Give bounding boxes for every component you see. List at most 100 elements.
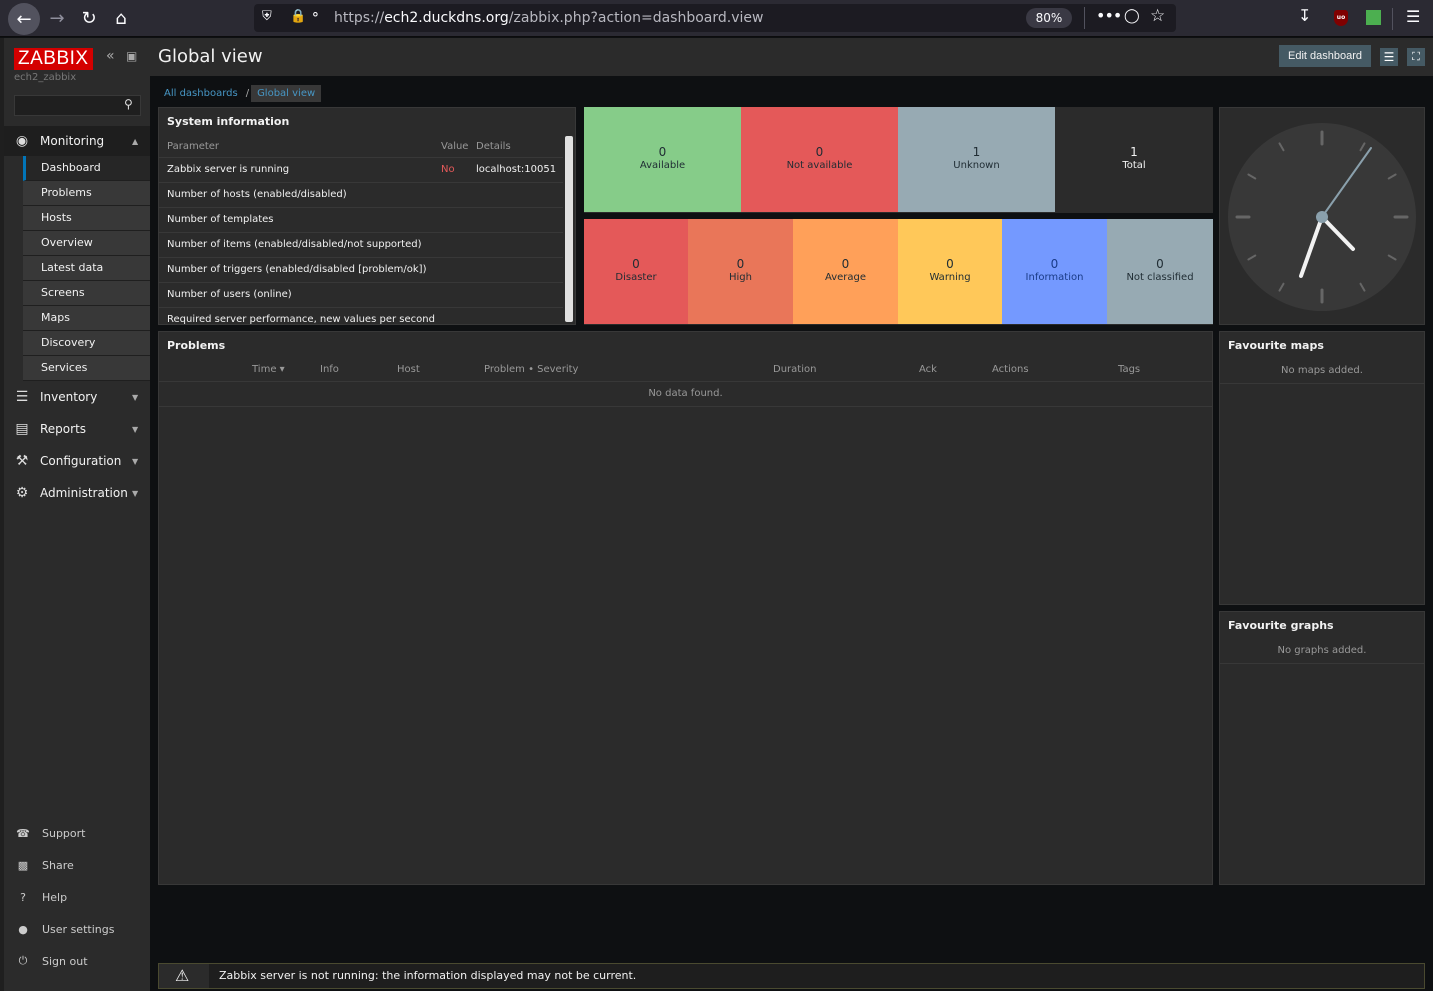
details-cell: localhost:10051: [476, 164, 557, 175]
dashboard-list-icon[interactable]: ☰: [1380, 48, 1398, 66]
availability-available[interactable]: 0 Available: [584, 107, 741, 212]
key-icon[interactable]: ⚬: [310, 8, 321, 23]
problems-widget: Problems Time ▾ Info Host Problem • Seve…: [158, 331, 1213, 885]
fullscreen-icon[interactable]: ⛶: [1407, 48, 1425, 66]
availability-unknown[interactable]: 1 Unknown: [898, 107, 1055, 212]
severity-not-classified[interactable]: 0 Not classified: [1107, 219, 1213, 324]
hamburger-menu-icon[interactable]: ☰: [1406, 7, 1420, 26]
extension-icon[interactable]: [1366, 10, 1381, 25]
count: 1: [1130, 145, 1138, 159]
collapse-sidebar-icon[interactable]: «: [106, 48, 115, 64]
zabbix-logo[interactable]: ZABBIX: [14, 48, 93, 70]
link-user-settings[interactable]: ● User settings: [4, 917, 150, 941]
pocket-icon[interactable]: ◯: [1124, 8, 1140, 24]
search-input[interactable]: [14, 95, 141, 116]
clock-face: [1228, 123, 1416, 311]
submenu-screens[interactable]: Screens: [23, 281, 150, 306]
warning-icon-box: ⚠: [159, 964, 209, 988]
zoom-level-badge[interactable]: 80%: [1026, 8, 1072, 28]
browser-toolbar: ← → ↻ ⌂ ⛨ 🔒 ⚬ https://ech2.duckdns.org/z…: [0, 0, 1433, 37]
submenu-latest-data[interactable]: Latest data: [23, 256, 150, 281]
breadcrumb-separator: /: [245, 88, 250, 99]
submenu-dashboard[interactable]: Dashboard: [23, 156, 150, 181]
bookmark-star-icon[interactable]: ☆: [1150, 6, 1165, 26]
search-icon[interactable]: ⚲: [124, 97, 133, 111]
url-text[interactable]: https://ech2.duckdns.org/zabbix.php?acti…: [334, 10, 763, 26]
chevron-down-icon: ▼: [132, 424, 139, 434]
link-share[interactable]: ▩ Share: [4, 853, 150, 877]
menu-inventory[interactable]: ☰ Inventory ▼: [4, 382, 150, 412]
bar-chart-icon: ▤: [15, 421, 29, 437]
shield-icon[interactable]: ⛨: [262, 9, 272, 24]
favourite-maps-widget: Favourite maps No maps added.: [1219, 331, 1425, 605]
severity-average[interactable]: 0 Average: [793, 219, 898, 324]
link-support[interactable]: ☎ Support: [4, 821, 150, 845]
reload-icon[interactable]: ↻: [74, 4, 104, 32]
severity-information[interactable]: 0 Information: [1002, 219, 1107, 324]
breadcrumb-current[interactable]: Global view: [251, 85, 322, 102]
chevron-down-icon: ▼: [132, 488, 139, 498]
column-info: Info: [320, 364, 339, 375]
menu-label: Reports: [40, 422, 87, 436]
submenu-hosts[interactable]: Hosts: [23, 206, 150, 231]
forward-arrow-icon[interactable]: →: [42, 4, 72, 32]
breadcrumb-all-dashboards[interactable]: All dashboards: [158, 88, 244, 99]
link-label: Share: [42, 858, 74, 872]
param-cell: Number of users (online): [167, 289, 292, 300]
count: 0: [658, 145, 667, 159]
url-separator: [1084, 7, 1085, 29]
monitoring-submenu: Dashboard Problems Hosts Overview Latest…: [23, 156, 150, 381]
download-icon[interactable]: ↧: [1298, 6, 1311, 25]
link-label: User settings: [42, 922, 115, 936]
menu-administration[interactable]: ⚙ Administration ▼: [4, 478, 150, 508]
link-label: Support: [42, 826, 86, 840]
submenu-services[interactable]: Services: [23, 356, 150, 381]
label: Total: [1122, 160, 1146, 171]
back-arrow-icon[interactable]: ←: [8, 3, 40, 35]
menu-label: Configuration: [40, 454, 122, 468]
severity-warning[interactable]: 0 Warning: [898, 219, 1002, 324]
more-actions-icon[interactable]: •••: [1096, 6, 1122, 25]
severity-disaster[interactable]: 0 Disaster: [584, 219, 688, 324]
server-name: ech2_zabbix: [14, 72, 77, 83]
menu-reports[interactable]: ▤ Reports ▼: [4, 414, 150, 444]
submenu-overview[interactable]: Overview: [23, 231, 150, 256]
power-icon: ⏻: [18, 954, 28, 967]
menu-monitoring[interactable]: ◉ Monitoring ▲: [4, 126, 150, 156]
table-row: Number of triggers (enabled/disabled [pr…: [159, 258, 563, 283]
count: 0: [736, 257, 745, 271]
link-help[interactable]: ? Help: [4, 885, 150, 909]
link-sign-out[interactable]: ⏻ Sign out: [4, 949, 150, 973]
availability-total[interactable]: 1 Total: [1055, 107, 1213, 212]
ublock-extension-icon[interactable]: uo: [1334, 10, 1348, 26]
problems-by-severity-widget: 0 Disaster 0 High 0 Average 0 Warning 0 …: [584, 219, 1213, 325]
lock-icon[interactable]: 🔒: [290, 9, 306, 24]
menu-label: Inventory: [40, 390, 98, 404]
url-bar[interactable]: ⛨ 🔒 ⚬ https://ech2.duckdns.org/zabbix.ph…: [254, 4, 1176, 32]
label: Disaster: [615, 272, 657, 283]
submenu-maps[interactable]: Maps: [23, 306, 150, 331]
wrench-icon: ⚒: [15, 453, 29, 469]
share-icon: ▩: [17, 858, 29, 872]
gear-icon: ⚙: [15, 485, 29, 501]
column-time[interactable]: Time ▾: [252, 364, 285, 375]
help-icon: ?: [20, 890, 26, 904]
column-host[interactable]: Host: [397, 364, 420, 375]
server-warning-bar: ⚠ Zabbix server is not running: the info…: [158, 963, 1425, 989]
no-data-message: No data found.: [159, 383, 1212, 407]
menu-configuration[interactable]: ⚒ Configuration ▼: [4, 446, 150, 476]
availability-not-available[interactable]: 0 Not available: [741, 107, 898, 212]
table-row: Required server performance, new values …: [159, 308, 563, 324]
page-header: Global view Edit dashboard ☰ ⛶: [150, 38, 1433, 76]
widget-title: Favourite maps: [1228, 339, 1324, 352]
column-duration: Duration: [773, 364, 817, 375]
kiosk-mode-icon[interactable]: ▣: [126, 49, 137, 63]
edit-dashboard-button[interactable]: Edit dashboard: [1279, 45, 1371, 67]
menu-label: Administration: [40, 486, 128, 500]
submenu-discovery[interactable]: Discovery: [23, 331, 150, 356]
submenu-problems[interactable]: Problems: [23, 181, 150, 206]
scrollbar[interactable]: [565, 136, 573, 322]
column-problem-severity[interactable]: Problem • Severity: [484, 364, 578, 375]
home-icon[interactable]: ⌂: [106, 4, 136, 32]
severity-high[interactable]: 0 High: [688, 219, 793, 324]
